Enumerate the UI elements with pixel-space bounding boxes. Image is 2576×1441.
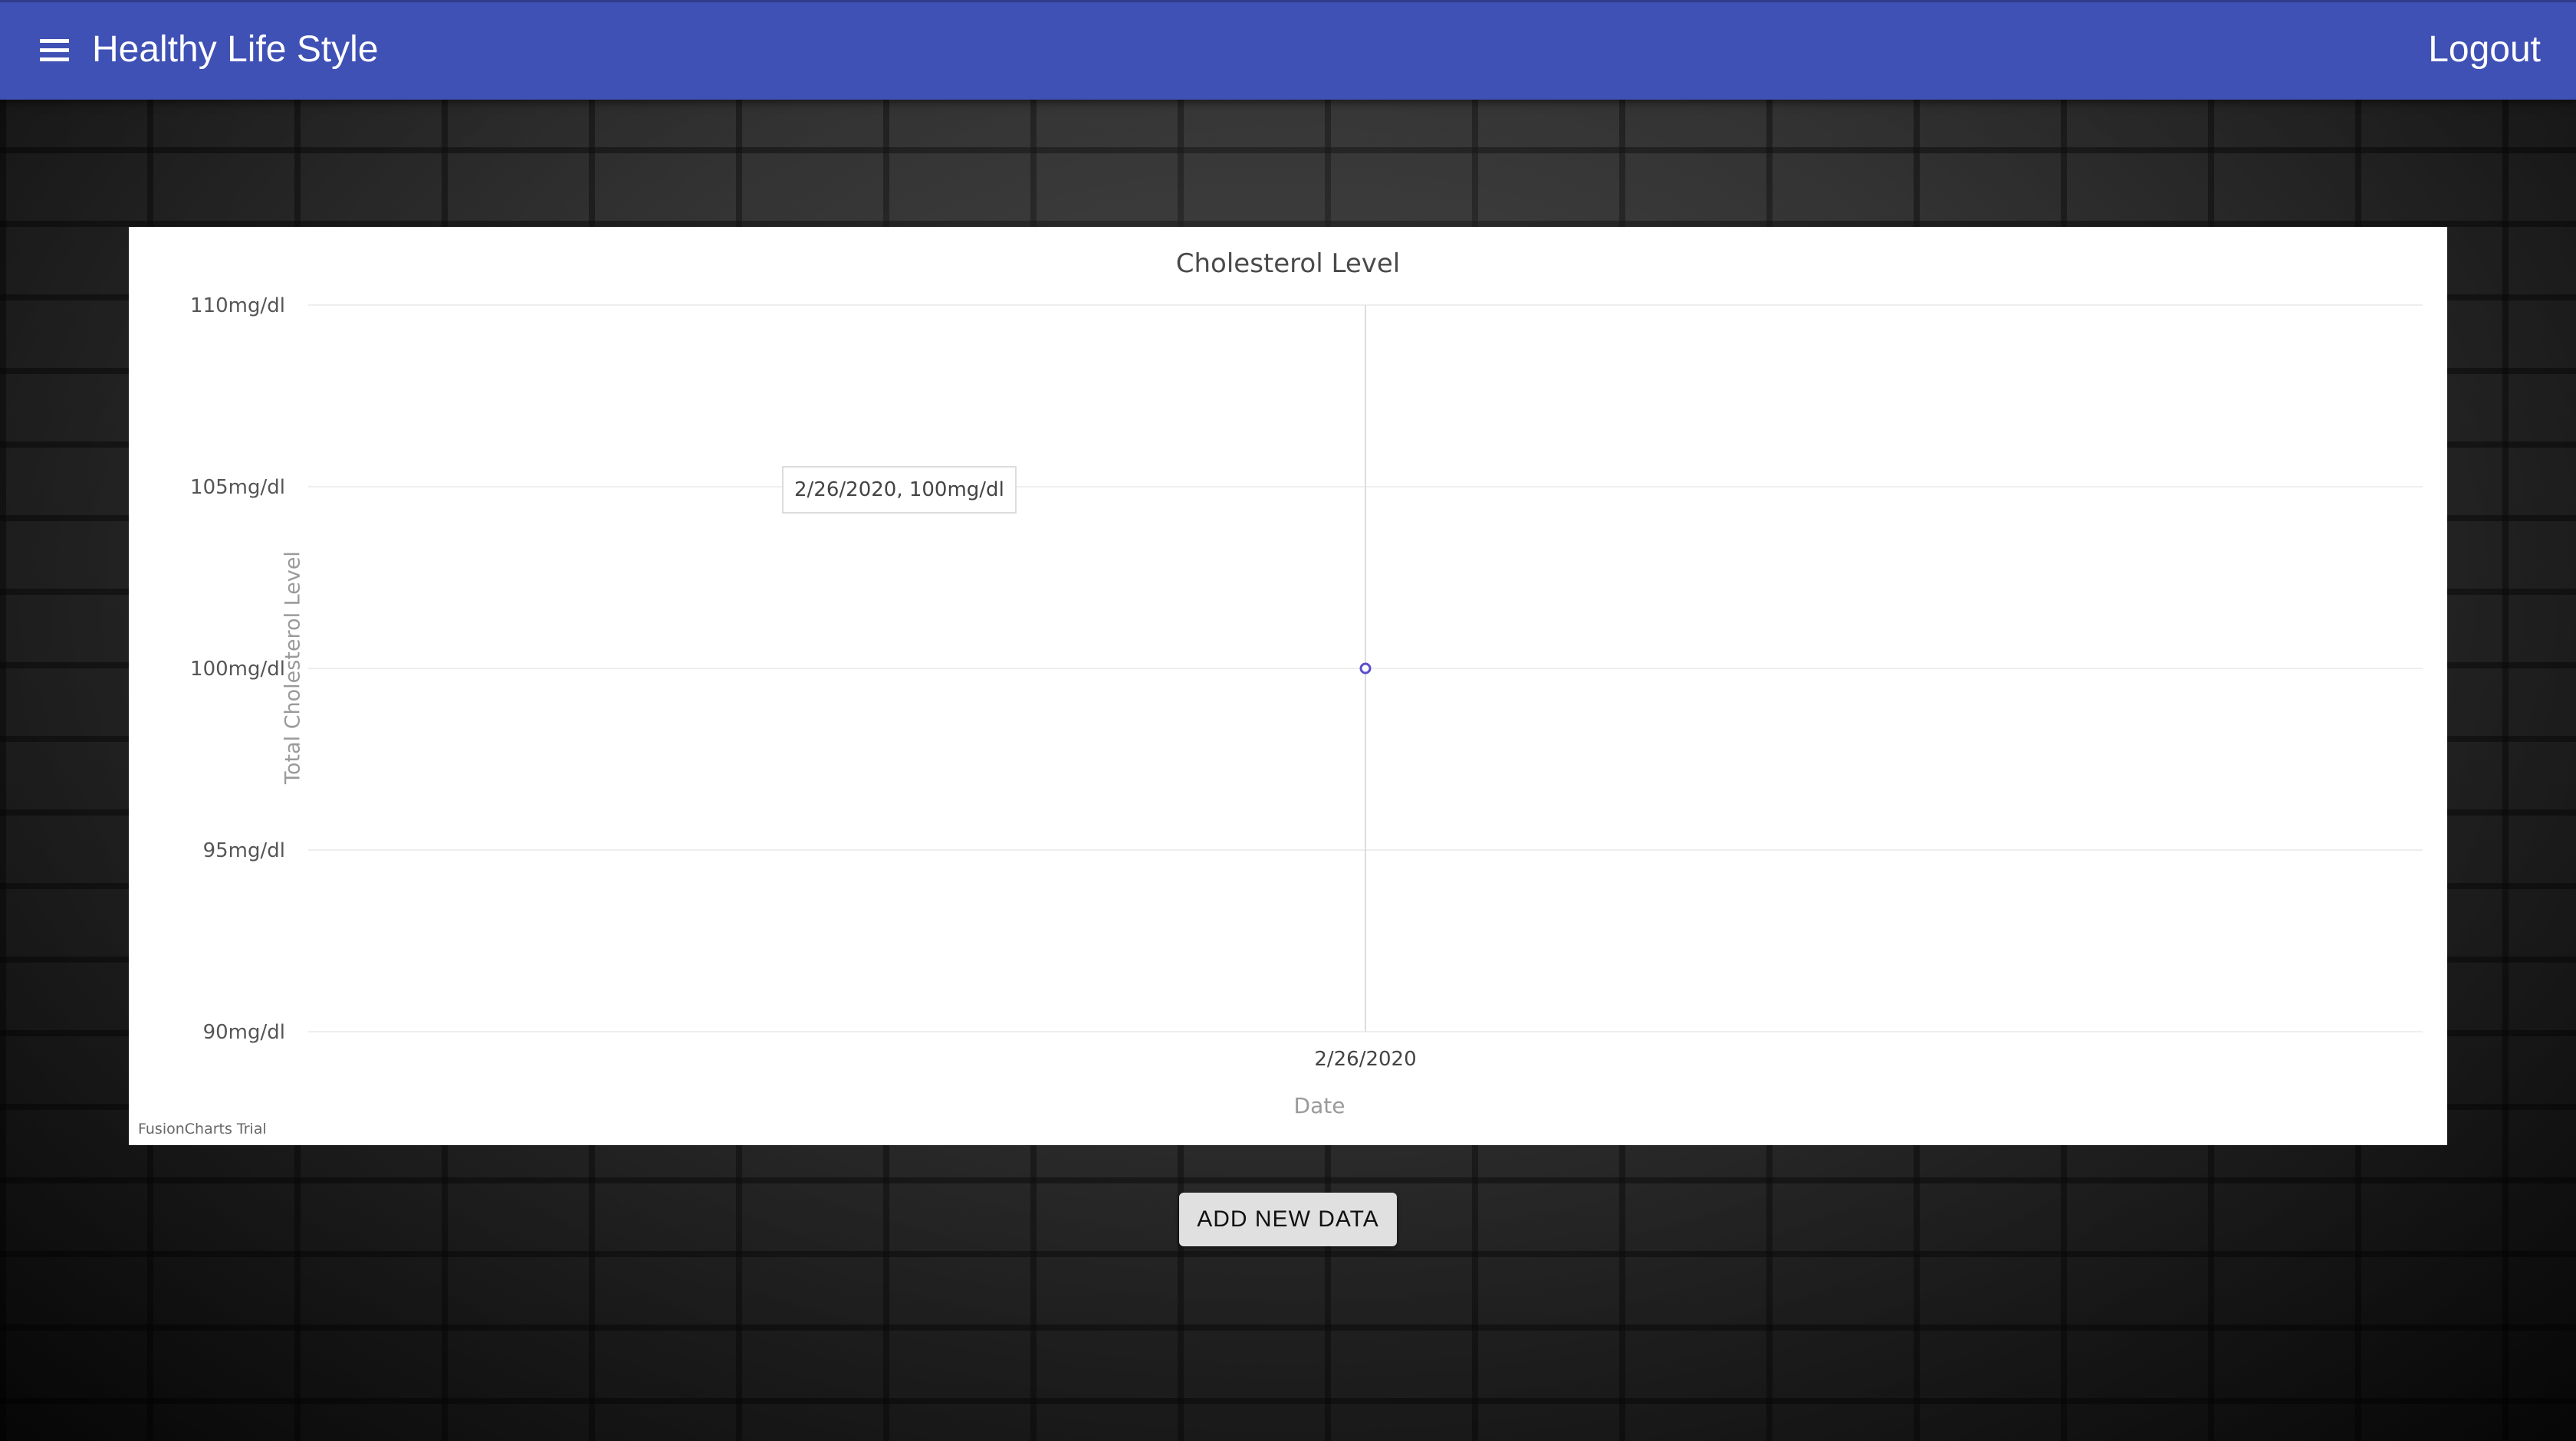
y-tick-label: 90mg/dl <box>203 1021 285 1044</box>
y-tick-label: 100mg/dl <box>190 658 285 681</box>
add-new-data-button[interactable]: ADD NEW DATA <box>1179 1193 1397 1246</box>
chart-card: Cholesterol Level Total Cholesterol Leve… <box>129 227 2447 1145</box>
y-tick-label: 110mg/dl <box>190 294 285 317</box>
app-title: Healthy Life Style <box>92 29 379 70</box>
menu-icon[interactable] <box>40 39 69 62</box>
x-axis-title: Date <box>1293 1093 1346 1118</box>
data-point <box>1359 662 1372 675</box>
chart-plot-area: 110mg/dl 105mg/dl 100mg/dl 95mg/dl 90mg/dl 2/… <box>190 294 2423 1071</box>
y-tick-label: 95mg/dl <box>203 839 285 862</box>
y-tick-label: 105mg/dl <box>190 476 285 499</box>
chart-tooltip: 2/26/2020, 100mg/dl <box>782 466 1017 514</box>
app-bar: Healthy Life Style Logout <box>0 0 2576 100</box>
chart-credit: FusionCharts Trial <box>138 1121 267 1137</box>
logout-button[interactable]: Logout <box>2428 28 2541 71</box>
x-tick-label: 2/26/2020 <box>1314 1048 1416 1071</box>
